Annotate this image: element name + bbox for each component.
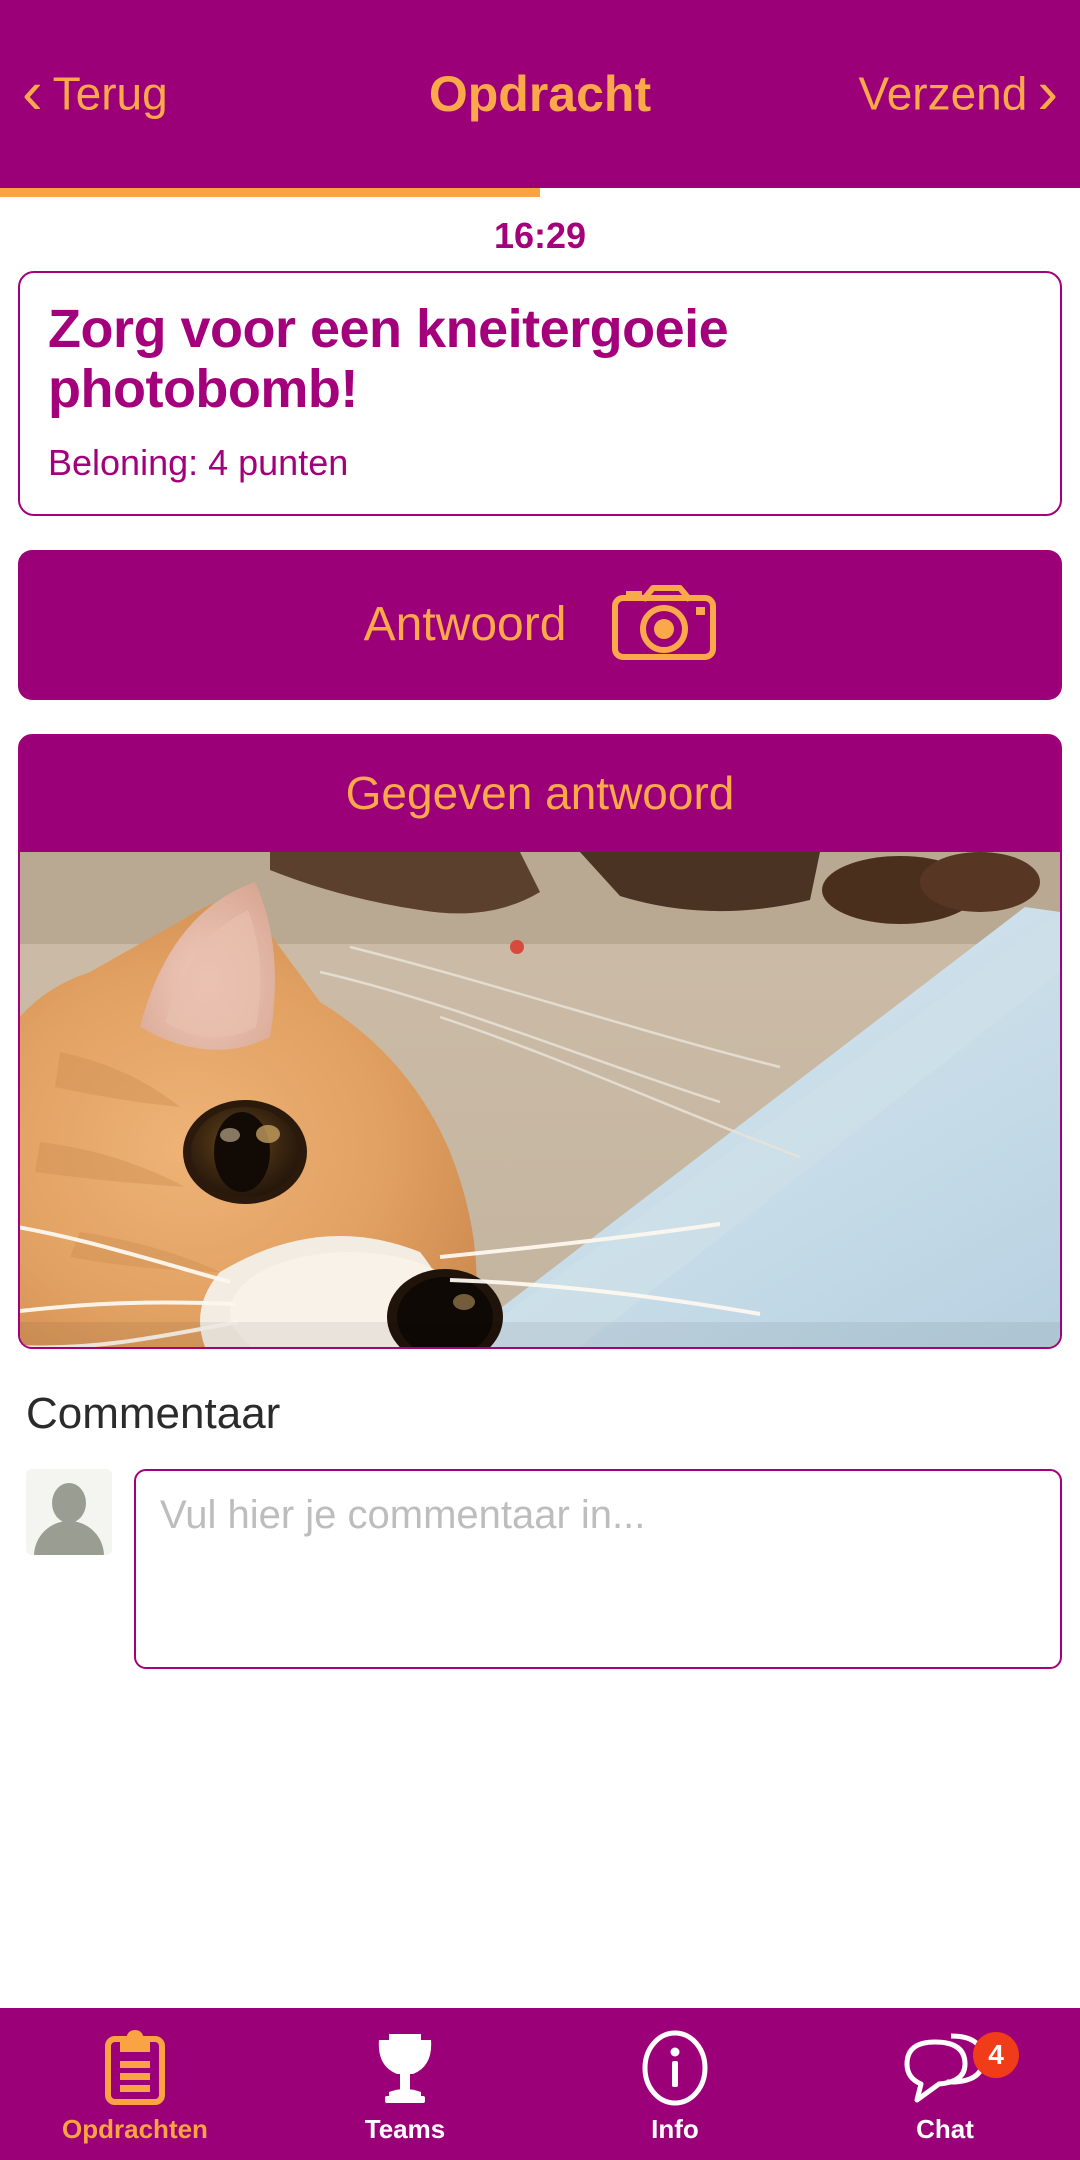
- answer-photo[interactable]: [20, 851, 1060, 1347]
- send-button-label: Verzend: [858, 68, 1028, 120]
- clipboard-icon: [104, 2029, 166, 2106]
- task-reward: Beloning: 4 punten: [48, 441, 349, 483]
- tab-info[interactable]: Info: [540, 2008, 810, 2160]
- tab-opdrachten[interactable]: Opdrachten: [0, 2008, 270, 2160]
- tab-label-info: Info: [651, 2113, 699, 2144]
- tab-chat[interactable]: 4 Chat: [810, 2008, 1080, 2160]
- trophy-icon: [369, 2030, 441, 2106]
- tab-label-chat: Chat: [916, 2113, 974, 2144]
- camera-icon: [612, 584, 717, 665]
- comment-input-row: Vul hier je commentaar in...: [26, 1468, 1062, 1669]
- app-header: ‹ Terug Opdracht Verzend ›: [0, 0, 1080, 188]
- avatar: [26, 1468, 112, 1555]
- progress-bar: [0, 188, 1080, 197]
- tab-label-teams: Teams: [364, 2113, 446, 2144]
- send-button[interactable]: Verzend ›: [858, 58, 1058, 128]
- answer-button[interactable]: Antwoord: [18, 549, 1062, 700]
- chevron-left-icon: ‹: [22, 58, 43, 128]
- given-answer-panel: Gegeven antwoord: [18, 733, 1062, 1349]
- bottom-navigation: Opdrachten Teams Info 4 Chat: [0, 2008, 1080, 2160]
- back-button-label: Terug: [52, 68, 168, 120]
- tab-teams[interactable]: Teams: [270, 2008, 540, 2160]
- tab-label-opdrachten: Opdrachten: [62, 2113, 208, 2144]
- avatar-head-icon: [52, 1482, 86, 1523]
- chevron-right-icon: ›: [1037, 58, 1058, 128]
- comments-heading: Commentaar: [26, 1388, 281, 1438]
- answer-button-label: Antwoord: [363, 598, 567, 652]
- chat-badge: 4: [973, 2031, 1019, 2078]
- task-timestamp: 16:29: [493, 215, 587, 256]
- task-card: Zorg voor een kneitergoeie photobomb! Be…: [18, 271, 1062, 516]
- progress-bar-fill: [0, 188, 540, 197]
- given-answer-header: Gegeven antwoord: [20, 735, 1060, 852]
- back-button[interactable]: ‹ Terug: [22, 58, 168, 128]
- answer-photo-image: [20, 851, 1060, 1347]
- avatar-body-icon: [34, 1520, 104, 1555]
- content-area: 16:29 Zorg voor een kneitergoeie photobo…: [0, 197, 1080, 2008]
- comment-input[interactable]: Vul hier je commentaar in...: [134, 1468, 1062, 1669]
- chat-bubbles-icon: 4: [901, 2030, 1019, 2106]
- app-root: ‹ Terug Opdracht Verzend › 16:29 Zorg vo…: [0, 0, 1080, 2160]
- task-title: Zorg voor een kneitergoeie photobomb!: [48, 299, 729, 420]
- info-circle-icon: [640, 2030, 710, 2106]
